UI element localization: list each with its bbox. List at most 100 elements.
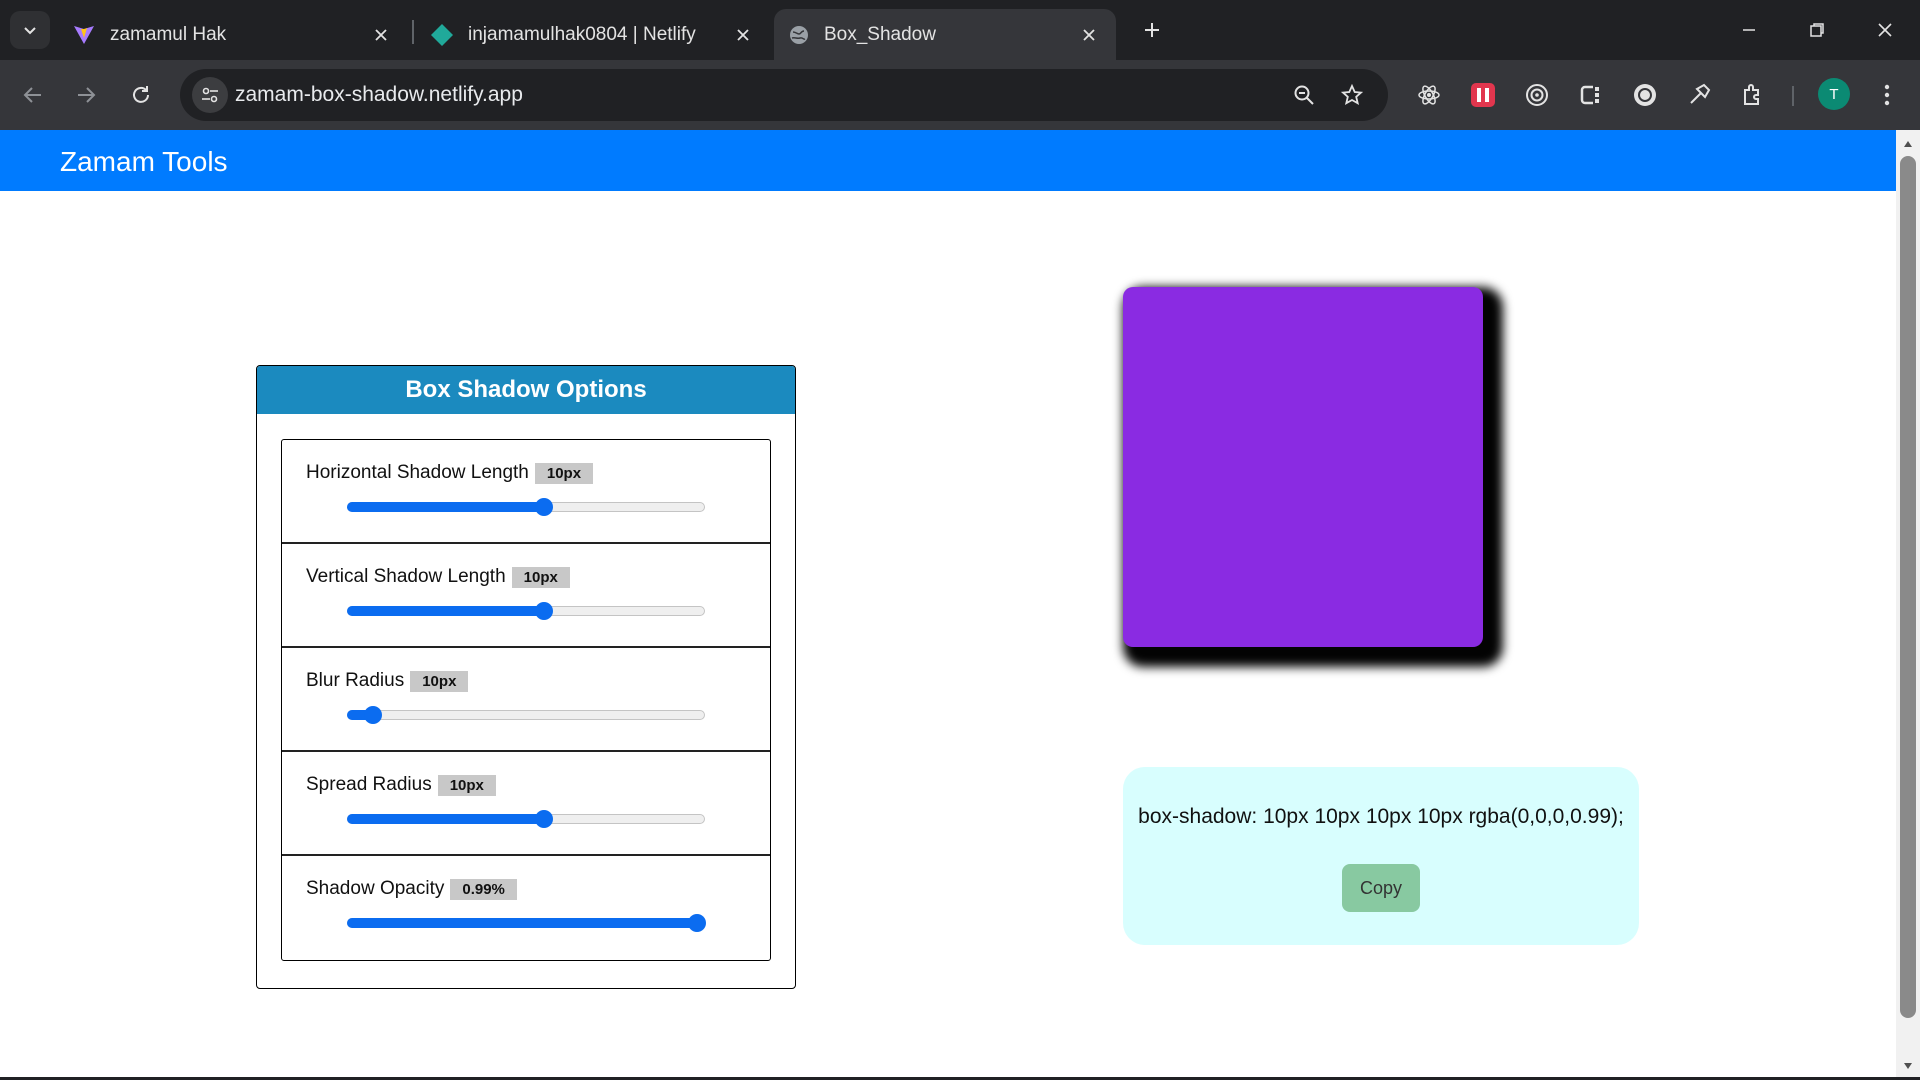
- css-output-text: box-shadow: 10px 10px 10px 10px rgba(0,0…: [1138, 805, 1624, 828]
- tab-strip: zamamul Hak injamamulhak0804 | Netlify B…: [0, 0, 1920, 60]
- control-label: Horizontal Shadow Length: [306, 462, 529, 483]
- back-button[interactable]: [15, 77, 51, 113]
- control-blur-radius: Blur Radius 10px: [282, 648, 770, 752]
- css-output-card: box-shadow: 10px 10px 10px 10px rgba(0,0…: [1123, 767, 1639, 945]
- pause-square-icon: [1471, 83, 1495, 107]
- netlify-logo-icon: [431, 23, 453, 46]
- close-icon[interactable]: [368, 22, 394, 48]
- arrow-right-icon: [78, 87, 96, 103]
- restore-icon: [1810, 23, 1824, 37]
- extensions-button[interactable]: [1735, 77, 1771, 113]
- scroll-down-icon[interactable]: [1896, 1056, 1920, 1076]
- tab-netlify[interactable]: injamamulhak0804 | Netlify: [416, 9, 770, 60]
- controls-list: Horizontal Shadow Length 10px Vertical Sh…: [281, 439, 771, 961]
- tab-title: zamamul Hak: [110, 23, 227, 45]
- vite-logo-icon: [74, 25, 94, 44]
- tab-title: Box_Shadow: [824, 23, 936, 45]
- shadow-opacity-slider[interactable]: [347, 914, 706, 932]
- minimize-icon: [1743, 29, 1755, 31]
- slider-thumb[interactable]: [534, 810, 553, 828]
- bookmark-button[interactable]: [1336, 79, 1368, 111]
- browser-toolbar: zamam-box-shadow.netlify.app T: [0, 60, 1920, 130]
- slider-fill: [347, 606, 543, 616]
- globe-icon: [790, 25, 808, 44]
- circle-dots-icon: [1634, 84, 1656, 106]
- forward-button[interactable]: [68, 77, 104, 113]
- slider-fill: [347, 502, 543, 512]
- value-badge: 0.99%: [450, 878, 517, 900]
- control-horizontal-shadow: Horizontal Shadow Length 10px: [282, 440, 770, 544]
- target-extension[interactable]: [1519, 77, 1555, 113]
- control-label: Spread Radius: [306, 774, 432, 795]
- control-spread-radius: Spread Radius 10px: [282, 752, 770, 856]
- zoom-button[interactable]: [1288, 79, 1320, 111]
- value-badge: 10px: [534, 462, 594, 484]
- url-text[interactable]: zamam-box-shadow.netlify.app: [235, 83, 523, 107]
- star-icon: [1341, 84, 1363, 105]
- arrow-left-icon: [23, 87, 41, 103]
- restore-button[interactable]: [1794, 12, 1840, 48]
- address-bar[interactable]: zamam-box-shadow.netlify.app: [180, 69, 1388, 121]
- puzzle-icon: [1744, 84, 1759, 105]
- plus-icon: [1145, 23, 1159, 37]
- color-picker-extension[interactable]: [1681, 77, 1717, 113]
- control-shadow-opacity: Shadow Opacity 0.99%: [282, 856, 770, 960]
- tab-search-button[interactable]: [10, 11, 50, 49]
- red-extension[interactable]: [1465, 77, 1501, 113]
- tab-box-shadow[interactable]: Box_Shadow: [774, 9, 1116, 60]
- control-label: Shadow Opacity: [306, 878, 445, 899]
- profile-avatar[interactable]: T: [1818, 78, 1850, 110]
- close-icon[interactable]: [1076, 22, 1102, 48]
- toolbar-separator: [1792, 86, 1794, 106]
- page-scrollbar[interactable]: [1896, 130, 1920, 1080]
- control-vertical-shadow: Vertical Shadow Length 10px: [282, 544, 770, 648]
- scroll-up-icon[interactable]: [1896, 134, 1920, 154]
- value-badge: 10px: [410, 670, 469, 692]
- react-devtools-extension[interactable]: [1411, 77, 1447, 113]
- page-viewport: Zamam Tools Box Shadow Options Horizonta…: [0, 130, 1896, 1080]
- value-badge: 10px: [511, 566, 570, 588]
- close-icon: [1878, 23, 1892, 37]
- zoom-icon: [1294, 85, 1314, 105]
- box-shadow-options-panel: Box Shadow Options Horizontal Shadow Len…: [256, 365, 796, 989]
- tab-separator: [412, 20, 414, 44]
- slider-thumb[interactable]: [687, 914, 706, 932]
- eyedropper-icon: [1690, 83, 1711, 104]
- slider-fill: [347, 918, 696, 928]
- react-icon: [1418, 85, 1440, 105]
- horizontal-shadow-slider[interactable]: [347, 498, 705, 516]
- tune-icon: [202, 87, 218, 103]
- slider-fill: [347, 814, 543, 824]
- css-extension[interactable]: [1573, 77, 1609, 113]
- slider-thumb[interactable]: [534, 498, 553, 516]
- blur-radius-slider[interactable]: [347, 706, 705, 724]
- vertical-shadow-slider[interactable]: [347, 602, 705, 620]
- kebab-menu-icon: [1884, 84, 1890, 106]
- circle-extension[interactable]: [1627, 77, 1663, 113]
- tab-zamamul-hak[interactable]: zamamul Hak: [58, 9, 408, 60]
- chevron-down-icon: [24, 27, 36, 35]
- panel-title: Box Shadow Options: [257, 366, 795, 414]
- reload-button[interactable]: [123, 77, 159, 113]
- code-c-icon: [1580, 85, 1599, 105]
- value-badge: 10px: [437, 774, 496, 796]
- control-label: Blur Radius: [306, 670, 405, 691]
- target-icon: [1526, 84, 1548, 106]
- reload-icon: [133, 86, 149, 103]
- shadow-preview-box: [1123, 287, 1483, 647]
- site-header: Zamam Tools: [0, 130, 1896, 191]
- menu-button[interactable]: [1869, 77, 1905, 113]
- slider-thumb[interactable]: [363, 706, 382, 724]
- new-tab-button[interactable]: [1136, 14, 1168, 46]
- control-label: Vertical Shadow Length: [306, 566, 506, 587]
- tab-title: injamamulhak0804 | Netlify: [468, 23, 696, 45]
- spread-radius-slider[interactable]: [347, 810, 705, 828]
- window-close-button[interactable]: [1862, 12, 1908, 48]
- copy-button[interactable]: Copy: [1342, 864, 1420, 912]
- slider-thumb[interactable]: [534, 602, 553, 620]
- site-info-button[interactable]: [192, 77, 228, 113]
- close-icon[interactable]: [730, 22, 756, 48]
- brand-logo-text[interactable]: Zamam Tools: [60, 146, 228, 178]
- scrollbar-thumb[interactable]: [1900, 156, 1916, 1018]
- minimize-button[interactable]: [1726, 12, 1772, 48]
